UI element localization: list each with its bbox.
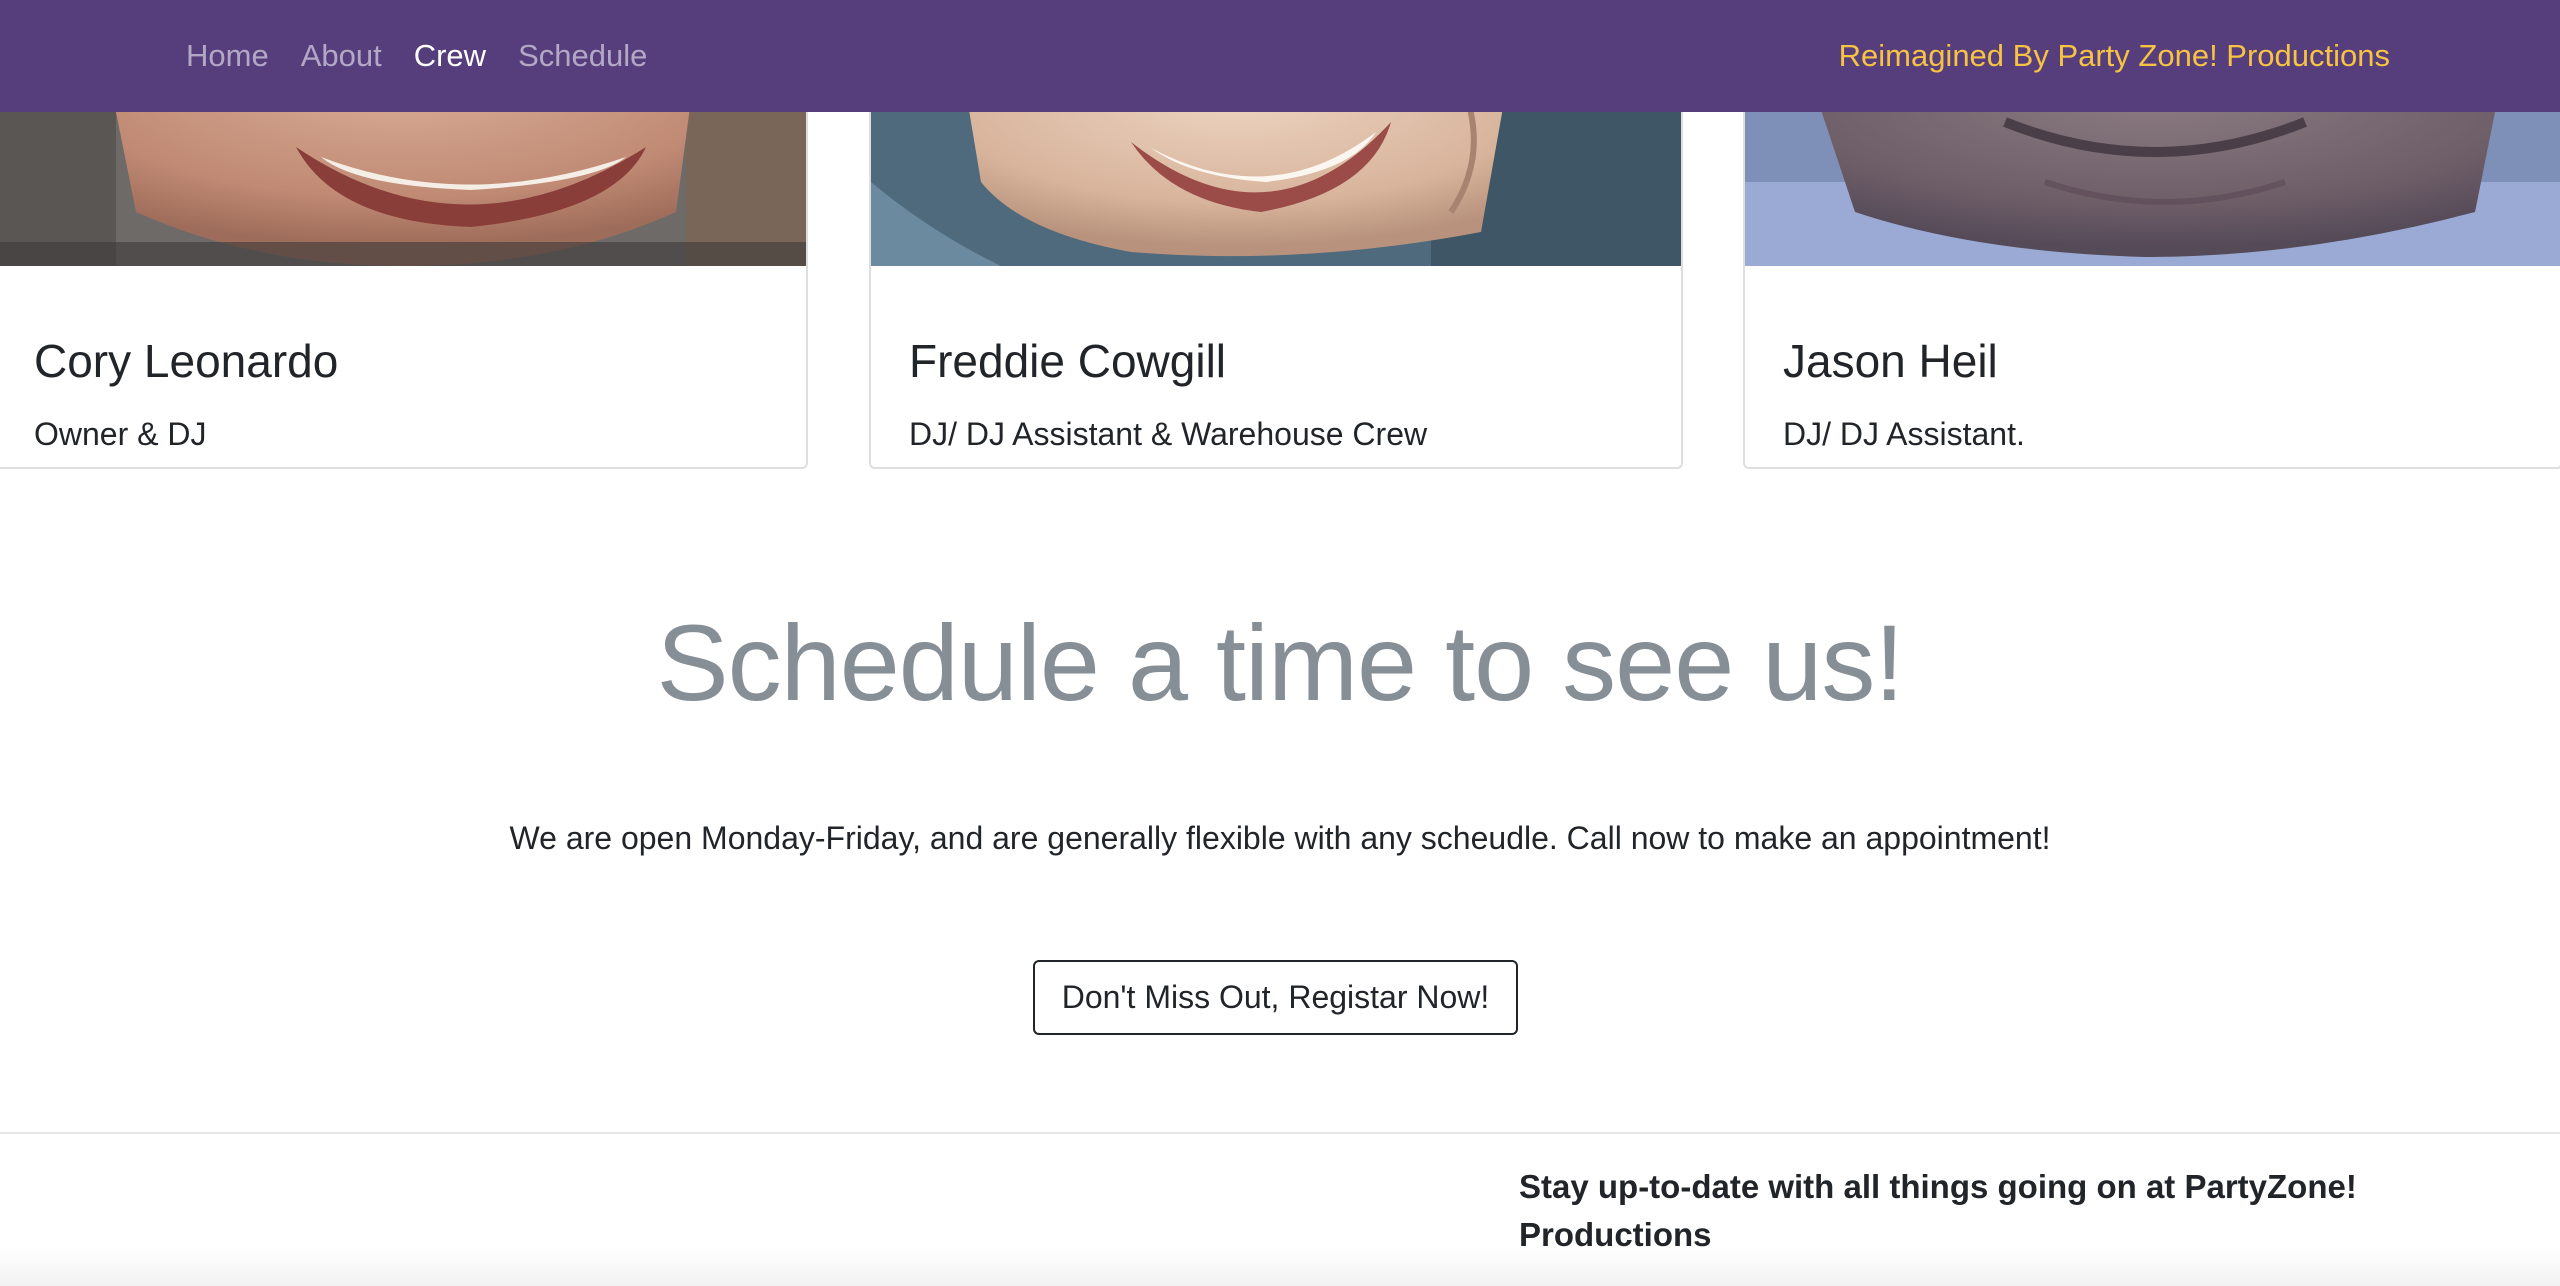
crew-name: Cory Leonardo (34, 335, 339, 387)
crew-name: Freddie Cowgill (909, 335, 1227, 387)
crew-card-body: Freddie Cowgill DJ/ DJ Assistant & Wareh… (871, 266, 1681, 467)
crew-card-freddie: Freddie Cowgill DJ/ DJ Assistant & Wareh… (869, 60, 1683, 469)
footer-newsletter-text: Stay up-to-date with all things going on… (1519, 1168, 2357, 1253)
crew-card-body: Jason Heil DJ/ DJ Assistant. (1745, 266, 2560, 467)
nav-link-about[interactable]: About (301, 38, 382, 74)
nav-link-schedule[interactable]: Schedule (518, 38, 647, 74)
crew-card-jason: Jason Heil DJ/ DJ Assistant. (1743, 60, 2560, 469)
schedule-description: We are open Monday-Friday, and are gener… (509, 820, 2051, 856)
crew-role: Owner & DJ (34, 416, 207, 452)
nav-link-crew[interactable]: Crew (414, 38, 486, 74)
navbar-brand[interactable]: Reimagined By Party Zone! Productions (1839, 0, 2390, 112)
crew-card-cory: Cory Leonardo Owner & DJ (0, 60, 808, 469)
crew-role: DJ/ DJ Assistant. (1783, 416, 2025, 452)
crew-name: Jason Heil (1783, 335, 1998, 387)
crew-role: DJ/ DJ Assistant & Warehouse Crew (909, 416, 1428, 452)
schedule-heading: Schedule a time to see us! (656, 602, 1905, 723)
register-button[interactable]: Don't Miss Out, Registar Now! (1033, 960, 1518, 1035)
nav-links: Home About Crew Schedule (186, 0, 679, 112)
crew-card-body: Cory Leonardo Owner & DJ (0, 266, 806, 467)
nav-link-home[interactable]: Home (186, 38, 269, 74)
navbar: Home About Crew Schedule Reimagined By P… (0, 0, 2560, 112)
